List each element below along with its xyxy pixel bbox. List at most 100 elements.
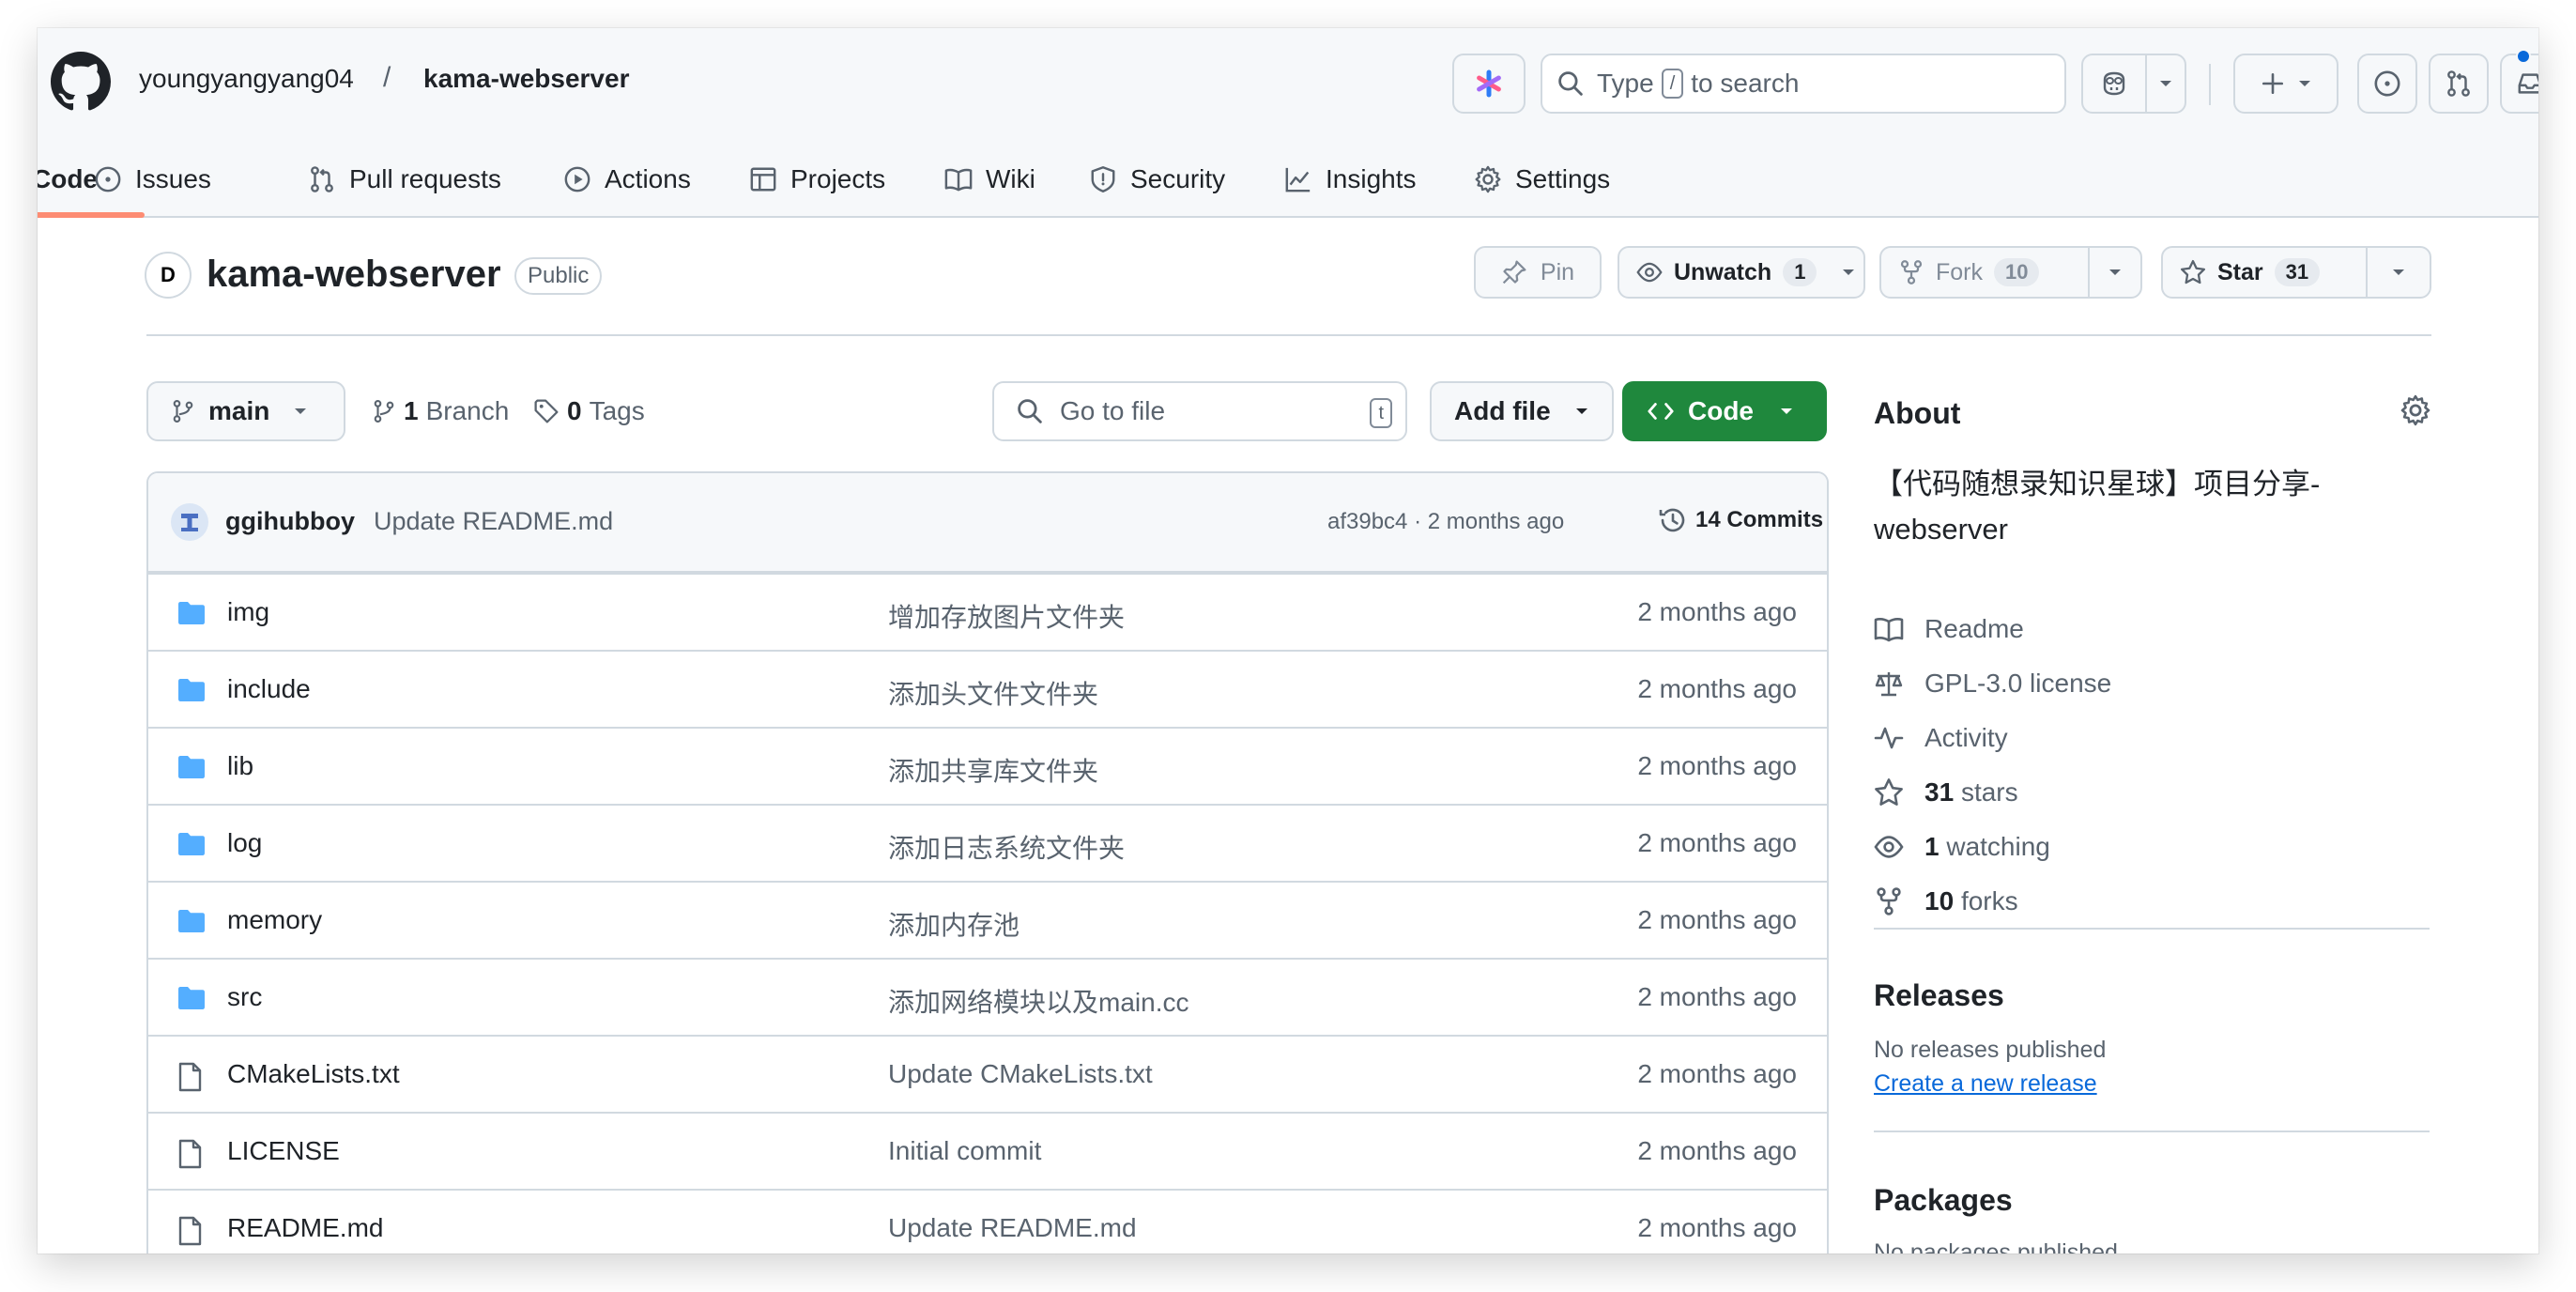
branches-link[interactable]: 1 Branch xyxy=(372,381,509,441)
file-name[interactable]: include xyxy=(227,674,311,704)
create-new-button[interactable] xyxy=(2233,54,2338,114)
file-row[interactable]: LICENSE Initial commit 2 months ago xyxy=(148,1112,1827,1189)
tab-projects[interactable]: Projects xyxy=(749,143,885,216)
watch-dropdown[interactable] xyxy=(1833,248,1863,297)
triangle-down-icon xyxy=(2160,81,2171,86)
commit-hash-time[interactable]: af39bc4 · 2 months ago xyxy=(1327,509,1564,535)
tab-pull-requests-label: Pull requests xyxy=(349,164,501,193)
tab-issues[interactable]: Issues xyxy=(94,143,211,216)
repo-link[interactable]: kama-webserver xyxy=(423,64,629,94)
triangle-down-icon xyxy=(1575,408,1587,414)
license-link[interactable]: GPL-3.0 license xyxy=(1874,669,2111,699)
commit-author[interactable]: ggihubboy xyxy=(225,507,355,536)
eye-icon xyxy=(1636,262,1663,283)
history-icon xyxy=(1659,508,1685,532)
unwatch-button[interactable]: Unwatch 1 xyxy=(1619,248,1833,297)
header-divider-line xyxy=(146,334,2431,336)
file-name[interactable]: README.md xyxy=(227,1213,383,1243)
copilot-menu-group[interactable] xyxy=(2081,54,2186,114)
file-commit-message[interactable]: Update README.md xyxy=(888,1213,1137,1243)
file-commit-message[interactable]: Update CMakeLists.txt xyxy=(888,1059,1153,1089)
tag-icon xyxy=(534,399,559,423)
create-release-link[interactable]: Create a new release xyxy=(1874,1070,2097,1098)
file-row[interactable]: img 增加存放图片文件夹 2 months ago xyxy=(148,573,1827,650)
file-row[interactable]: src 添加网络模块以及main.cc 2 months ago xyxy=(148,958,1827,1035)
star-dropdown[interactable] xyxy=(2368,248,2430,297)
file-name[interactable]: lib xyxy=(227,751,253,781)
repo-owner-avatar[interactable]: D xyxy=(145,252,192,299)
file-commit-message[interactable]: 添加内存池 xyxy=(888,905,1020,943)
owner-link[interactable]: youngyangyang04 xyxy=(139,64,354,94)
commit-message[interactable]: Update README.md xyxy=(374,507,613,536)
file-commit-message[interactable]: Initial commit xyxy=(888,1136,1041,1166)
watching-link[interactable]: 1 watching xyxy=(1874,832,2050,862)
play-icon xyxy=(564,166,590,192)
tab-pull-requests[interactable]: Pull requests xyxy=(308,143,501,216)
fork-button[interactable]: Fork 10 xyxy=(1881,248,2091,297)
your-issues-button[interactable] xyxy=(2357,54,2417,114)
packages-heading[interactable]: Packages xyxy=(1874,1183,2013,1218)
commit-author-avatar[interactable] xyxy=(171,503,208,541)
about-heading: About xyxy=(1874,396,1961,430)
tags-link[interactable]: 0 Tags xyxy=(533,381,645,441)
code-button[interactable]: Code xyxy=(1622,381,1827,441)
file-commit-message[interactable]: 添加头文件文件夹 xyxy=(888,674,1098,712)
tab-security[interactable]: Security xyxy=(1089,143,1225,216)
law-icon xyxy=(1875,672,1903,697)
activity-link[interactable]: Activity xyxy=(1874,723,2008,753)
commits-history-link[interactable]: 14 Commits xyxy=(1658,505,1823,535)
forks-link[interactable]: 10 forks xyxy=(1874,886,2018,916)
no-releases-text: No releases published xyxy=(1874,1037,2107,1063)
search-shortcut-key: / xyxy=(1661,69,1684,99)
copilot-chat-button[interactable] xyxy=(2083,55,2147,112)
copilot-button[interactable] xyxy=(1452,54,1526,114)
tab-code[interactable]: Code xyxy=(38,143,98,216)
file-name[interactable]: src xyxy=(227,982,262,1012)
tab-security-label: Security xyxy=(1130,164,1226,193)
global-search[interactable]: Type / to search xyxy=(1541,54,2066,114)
file-row[interactable]: CMakeLists.txt Update CMakeLists.txt 2 mon… xyxy=(148,1035,1827,1112)
file-name[interactable]: img xyxy=(227,597,269,627)
watch-button[interactable]: Unwatch 1 xyxy=(1618,246,1865,299)
pin-button[interactable]: Pin xyxy=(1474,246,1602,299)
repo-nav: Code Issues Pull requests Actions Projec… xyxy=(38,143,1727,218)
file-row[interactable]: include 添加头文件文件夹 2 months ago xyxy=(148,650,1827,727)
file-commit-message[interactable]: 添加网络模块以及main.cc xyxy=(888,982,1188,1020)
tab-actions[interactable]: Actions xyxy=(563,143,691,216)
tab-insights[interactable]: Insights xyxy=(1284,143,1417,216)
tab-settings[interactable]: Settings xyxy=(1474,143,1610,216)
file-name[interactable]: memory xyxy=(227,905,322,935)
branch-selector[interactable]: main xyxy=(146,381,345,441)
add-file-button[interactable]: Add file xyxy=(1430,381,1614,441)
file-name[interactable]: log xyxy=(227,828,262,858)
file-row[interactable]: lib 添加共享库文件夹 2 months ago xyxy=(148,727,1827,804)
file-row[interactable]: README.md Update README.md 2 months ago xyxy=(148,1189,1827,1254)
star-button-group[interactable]: Star 31 xyxy=(2161,246,2431,299)
repo-title[interactable]: kama-webserver xyxy=(207,254,501,296)
tab-issues-label: Issues xyxy=(135,164,211,193)
fork-button-group[interactable]: Fork 10 xyxy=(1879,246,2142,299)
file-commit-message[interactable]: 添加共享库文件夹 xyxy=(888,751,1098,789)
fork-dropdown[interactable] xyxy=(2090,248,2140,297)
github-logo-icon[interactable] xyxy=(51,52,111,112)
file-commit-message[interactable]: 添加日志系统文件夹 xyxy=(888,828,1125,866)
tab-wiki[interactable]: Wiki xyxy=(944,143,1035,216)
your-pull-requests-button[interactable] xyxy=(2429,54,2489,114)
latest-commit-row: ggihubboy Update README.md af39bc4 · 2 m… xyxy=(148,473,1827,573)
file-name[interactable]: CMakeLists.txt xyxy=(227,1059,400,1089)
copilot-dropdown[interactable] xyxy=(2147,55,2185,112)
star-button[interactable]: Star 31 xyxy=(2163,248,2368,297)
file-row[interactable]: memory 添加内存池 2 months ago xyxy=(148,881,1827,958)
file-commit-date: 2 months ago xyxy=(1637,1059,1797,1088)
stars-link[interactable]: 31 stars xyxy=(1874,777,2018,808)
go-to-file-input[interactable]: Go to file t xyxy=(992,381,1407,441)
releases-heading[interactable]: Releases xyxy=(1874,978,2004,1013)
file-commit-message[interactable]: 增加存放图片文件夹 xyxy=(888,597,1125,635)
breadcrumb-separator: / xyxy=(383,62,391,93)
readme-link[interactable]: Readme xyxy=(1874,614,2024,644)
tab-settings-label: Settings xyxy=(1515,164,1611,193)
issue-opened-icon xyxy=(2374,70,2400,97)
file-name[interactable]: LICENSE xyxy=(227,1136,340,1166)
file-row[interactable]: log 添加日志系统文件夹 2 months ago xyxy=(148,804,1827,881)
gear-icon[interactable] xyxy=(2400,394,2431,426)
